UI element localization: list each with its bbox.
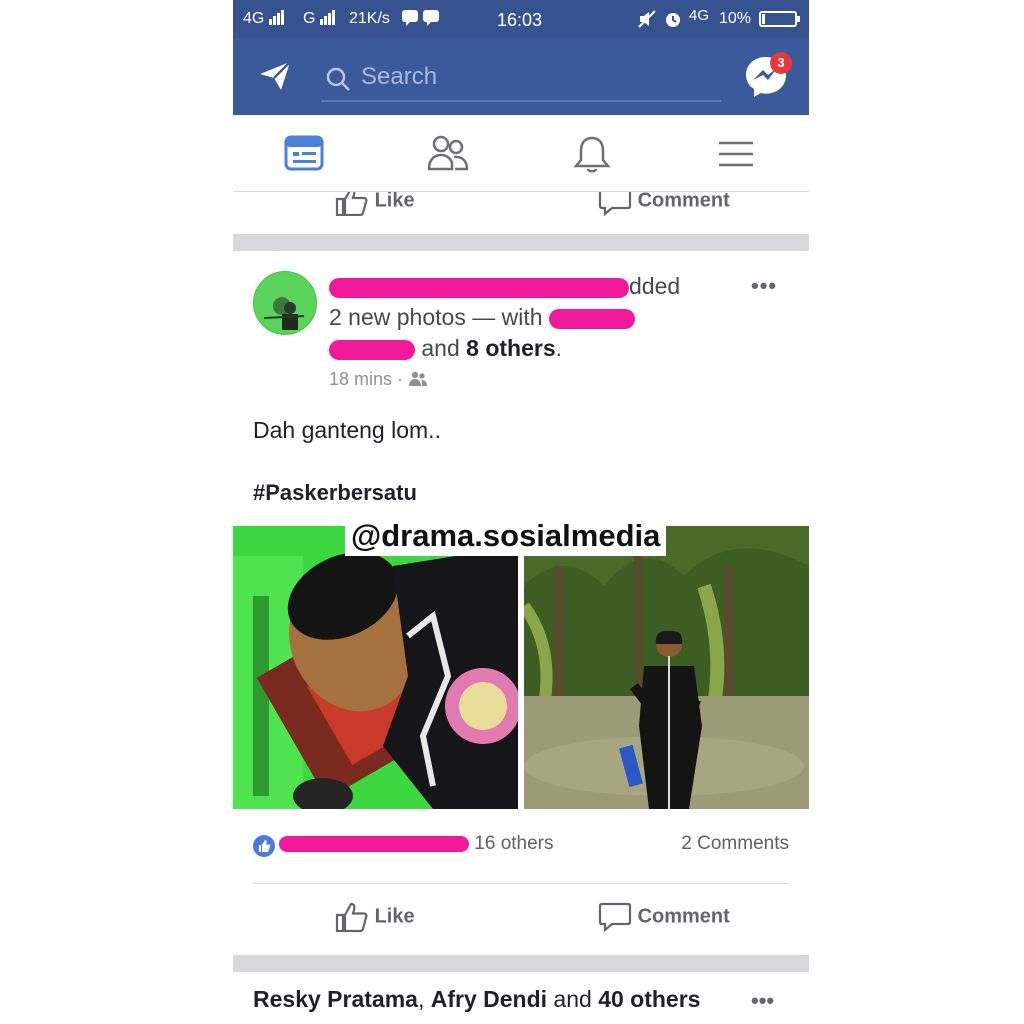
previous-post-actions: Like Comment	[233, 192, 809, 234]
friend-name-link[interactable]: Resky Pratama	[253, 986, 418, 1012]
menu-icon[interactable]	[715, 133, 757, 175]
notifications-icon[interactable]	[571, 133, 613, 175]
reaction-summary[interactable]: 16 others	[279, 833, 554, 855]
status-bar: 4G G 21K/s 16:03 4G 10%	[233, 0, 809, 38]
post-hashtag[interactable]: #Paskerbersatu	[253, 480, 417, 506]
comment-count[interactable]: 2 Comments	[681, 833, 789, 855]
redaction-mark	[329, 277, 629, 298]
meta-separator: ·	[397, 369, 404, 389]
feed-separator	[233, 955, 809, 972]
like-label: Like	[374, 192, 415, 212]
and-text: and	[553, 986, 592, 1012]
separator: ,	[417, 986, 425, 1012]
comment-button[interactable]: Comment	[598, 192, 730, 217]
feed-post: dded 2 new photos — with and 8 others. 1…	[233, 251, 809, 955]
signal-icon	[319, 10, 336, 30]
reaction-count: 16 others	[474, 833, 554, 854]
author-action-text: dded	[629, 273, 681, 299]
battery-percent: 10%	[719, 10, 752, 27]
like-reaction-icon	[253, 835, 275, 857]
photos-with-text: 2 new photos — with	[329, 304, 543, 330]
navigation-tabs	[233, 115, 809, 192]
post-options-icon[interactable]: •••	[751, 273, 777, 299]
others-link[interactable]: 40 others	[598, 986, 700, 1012]
friend-name-link[interactable]: Afry Dendi	[431, 986, 547, 1012]
post-options-icon[interactable]: •••	[751, 988, 774, 1014]
post-photo-2[interactable]	[524, 526, 809, 809]
post-meta: 18 mins ·	[329, 369, 428, 390]
friends-icon[interactable]	[427, 133, 469, 175]
watermark: @drama.sosialmedia	[345, 516, 667, 556]
phone-screen: 4G G 21K/s 16:03 4G 10% Search 3 Like Co…	[233, 0, 809, 1024]
clock: 16:03	[497, 10, 543, 30]
network-type-label: 4G	[243, 10, 265, 27]
and-text: and	[421, 335, 460, 361]
comment-icon	[598, 902, 632, 933]
search-bar[interactable]	[321, 58, 721, 102]
period: .	[555, 335, 563, 361]
comment-label: Comment	[637, 192, 730, 212]
post-header-line-3: and 8 others.	[329, 333, 729, 364]
comment-button[interactable]: Comment	[598, 901, 730, 933]
network-indicator-1: 4G	[243, 10, 285, 30]
author-avatar[interactable]	[253, 271, 317, 335]
post-header-line-2: 2 new photos — with	[329, 302, 729, 333]
chat-notification-icon	[401, 8, 441, 33]
post-header-line-1: dded	[329, 271, 729, 302]
search-input[interactable]	[361, 62, 701, 92]
next-post-header: Resky Pratama, Afry Dendi and 40 others …	[233, 972, 809, 1024]
like-button[interactable]: Like	[335, 192, 415, 217]
redaction-mark	[279, 835, 469, 852]
reactions-row: 16 others 2 Comments	[233, 829, 809, 869]
avatar-photo	[263, 302, 305, 330]
redaction-mark	[548, 308, 635, 329]
network-type-4g: 4G	[689, 7, 710, 24]
like-icon	[335, 902, 368, 933]
signal-icon	[268, 10, 285, 30]
post-photo-1[interactable]	[233, 526, 518, 809]
like-button[interactable]: Like	[335, 901, 415, 933]
next-post-likes-line: Resky Pratama, Afry Dendi and 40 others	[253, 986, 700, 1013]
mute-icon	[637, 9, 657, 34]
data-speed: 21K/s	[349, 10, 390, 27]
redaction-mark	[329, 339, 415, 360]
post-text: Dah ganteng lom..	[253, 417, 441, 443]
comment-label: Comment	[637, 905, 730, 928]
post-header: dded 2 new photos — with and 8 others.	[329, 271, 729, 364]
tagged-others-link[interactable]: 8 others	[466, 335, 555, 361]
messenger-badge: 3	[770, 52, 792, 74]
like-label: Like	[374, 905, 415, 928]
app-header: 3	[233, 38, 809, 115]
alarm-icon	[663, 9, 683, 34]
comment-icon	[598, 192, 632, 217]
post-timestamp[interactable]: 18 mins	[329, 369, 392, 389]
battery-icon	[759, 11, 801, 32]
friends-icon	[409, 371, 428, 386]
network-indicator-2: G	[303, 10, 336, 30]
send-icon[interactable]	[257, 58, 293, 94]
search-icon	[326, 67, 350, 91]
network-type-label: G	[303, 10, 316, 27]
like-icon	[335, 192, 368, 217]
news-feed-icon[interactable]	[283, 133, 325, 175]
action-divider	[253, 883, 789, 884]
feed-separator	[233, 234, 809, 251]
